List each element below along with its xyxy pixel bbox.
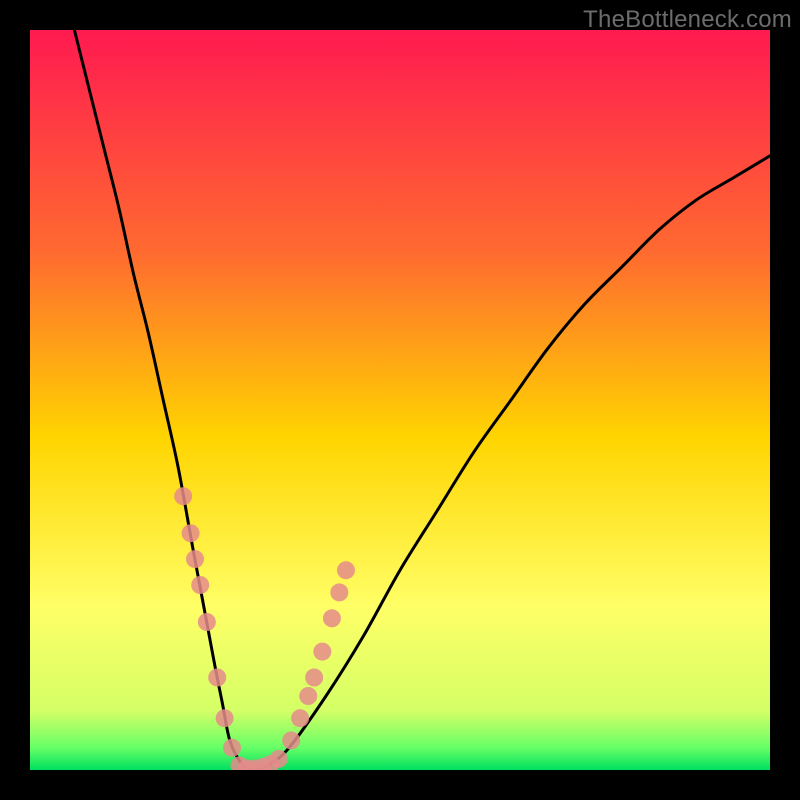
data-point <box>305 669 323 687</box>
data-point <box>186 550 204 568</box>
data-point <box>323 609 341 627</box>
data-point <box>208 669 226 687</box>
data-point <box>282 731 300 749</box>
data-point <box>299 687 317 705</box>
data-point <box>291 709 309 727</box>
data-point <box>270 750 288 768</box>
watermark-label: TheBottleneck.com <box>583 6 792 34</box>
chart-frame: TheBottleneck.com <box>0 0 800 800</box>
data-point <box>182 524 200 542</box>
chart-plot <box>30 30 770 770</box>
data-point <box>313 643 331 661</box>
data-point <box>330 583 348 601</box>
data-point <box>198 613 216 631</box>
data-point <box>337 561 355 579</box>
data-point <box>216 709 234 727</box>
chart-background <box>30 30 770 770</box>
data-point <box>223 739 241 757</box>
data-point <box>191 576 209 594</box>
data-point <box>174 487 192 505</box>
